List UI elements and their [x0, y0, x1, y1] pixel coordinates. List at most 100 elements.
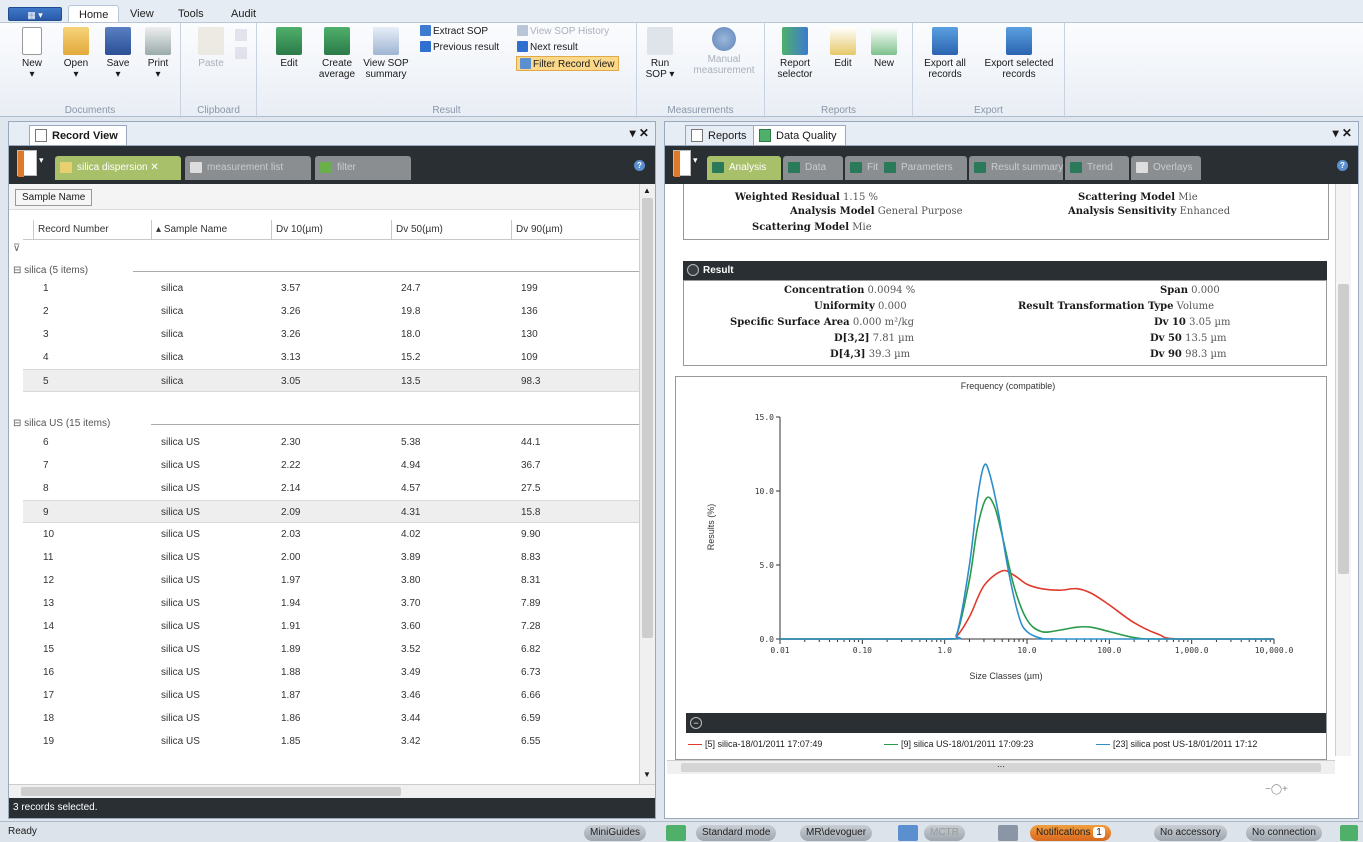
table-row[interactable]: 3 silica 3.26 18.0 130 — [23, 323, 645, 346]
mctr-indicator[interactable]: MCTR — [924, 825, 965, 841]
table-row[interactable]: 19 silica US 1.85 3.42 6.55 — [23, 730, 645, 753]
group-header-silica[interactable]: ⊟ silica (5 items) — [13, 264, 643, 278]
col-dv50[interactable]: Dv 50(µm) — [391, 220, 511, 240]
view-sop-summary-button[interactable]: View SOP summary — [362, 27, 410, 80]
table-row[interactable]: 10 silica US 2.03 4.02 9.90 — [23, 523, 645, 546]
report-icon — [691, 129, 703, 142]
filter-row-icon[interactable]: ⊽ — [13, 243, 20, 254]
zoom-slider[interactable]: −◯+ — [1265, 784, 1288, 795]
grid-vertical-scrollbar[interactable]: ▲ ▼ — [639, 184, 655, 784]
record-document-icon[interactable] — [17, 150, 37, 177]
table-row[interactable]: 4 silica 3.13 15.2 109 — [23, 346, 645, 369]
help-icon[interactable]: ? — [634, 160, 645, 171]
tab-audit[interactable]: Audit — [231, 5, 256, 23]
reports-tab[interactable]: Reports — [685, 125, 756, 145]
table-row[interactable]: 5 silica 3.05 13.5 98.3 — [23, 369, 645, 392]
tab-filter[interactable]: filter — [315, 156, 411, 180]
cell-s: silica US — [161, 644, 200, 655]
export-selected-button[interactable]: Export selected records — [977, 27, 1061, 80]
new-report-button[interactable]: New — [869, 27, 899, 69]
tab-analysis[interactable]: Analysis — [707, 156, 781, 180]
create-average-button[interactable]: Create average — [315, 27, 359, 80]
table-row[interactable]: 6 silica US 2.30 5.38 44.1 — [23, 431, 645, 454]
print-button[interactable]: Print ▾ — [140, 27, 176, 80]
next-result-button[interactable]: Next result — [517, 40, 578, 55]
extract-icon — [420, 25, 431, 36]
extract-sop-button[interactable]: Extract SOP — [420, 24, 488, 39]
tab-tools[interactable]: Tools — [178, 5, 204, 23]
tab-overlays[interactable]: Overlays — [1131, 156, 1201, 180]
application-menu-button[interactable]: ▦ ▾ — [8, 7, 62, 21]
cell-d90: 136 — [521, 306, 538, 317]
grid-hscroll-thumb[interactable] — [21, 787, 401, 796]
table-row[interactable]: 13 silica US 1.94 3.70 7.89 — [23, 592, 645, 615]
scroll-down-icon[interactable]: ▼ — [643, 770, 651, 779]
table-row[interactable]: 7 silica US 2.22 4.94 36.7 — [23, 454, 645, 477]
tab-data[interactable]: Data — [783, 156, 843, 180]
dropdown-arrow-icon[interactable]: ▾ — [693, 155, 698, 166]
cut-icon[interactable] — [235, 29, 247, 41]
col-dv10[interactable]: Dv 10(µm) — [271, 220, 391, 240]
tab-result-summary[interactable]: Result summary — [969, 156, 1063, 180]
help-icon[interactable]: ? — [1337, 160, 1348, 171]
user-indicator[interactable]: MR\devoguer — [800, 825, 873, 841]
data-quality-tab[interactable]: Data Quality — [753, 125, 846, 145]
report-scroll-thumb[interactable] — [1338, 284, 1349, 574]
group-header-silica-us[interactable]: ⊟ silica US (15 items) — [13, 417, 643, 431]
report-selector-button[interactable]: Report selector — [775, 27, 815, 80]
mode-indicator[interactable]: Standard mode — [696, 825, 777, 841]
notifications-button[interactable]: Notifications 1 — [1030, 825, 1111, 841]
new-button[interactable]: New ▾ — [14, 27, 50, 80]
legend-header-bar[interactable]: − — [686, 713, 1326, 733]
miniguides-button[interactable]: MiniGuides — [584, 825, 647, 841]
col-sample-name[interactable]: ▴ Sample Name — [151, 220, 271, 240]
table-row[interactable]: 17 silica US 1.87 3.46 6.66 — [23, 684, 645, 707]
table-row[interactable]: 15 silica US 1.89 3.52 6.82 — [23, 638, 645, 661]
scroll-up-icon[interactable]: ▲ — [643, 186, 651, 195]
tab-parameters[interactable]: Parameters — [879, 156, 967, 180]
table-row[interactable]: 1 silica 3.57 24.7 199 — [23, 277, 645, 300]
report-selector-icon — [782, 27, 808, 55]
paste-button[interactable]: Paste — [193, 27, 229, 69]
table-row[interactable]: 9 silica US 2.09 4.31 15.8 — [23, 500, 645, 523]
view-sop-history-button[interactable]: View SOP History — [517, 24, 609, 39]
tab-measurement-list[interactable]: measurement list — [185, 156, 311, 180]
group-result: Edit Create average View SOP summary Extra… — [257, 23, 637, 118]
export-all-button[interactable]: Export all records — [919, 27, 971, 80]
report-vertical-scrollbar[interactable] — [1335, 184, 1351, 756]
table-row[interactable]: 8 silica US 2.14 4.57 27.5 — [23, 477, 645, 500]
previous-result-button[interactable]: Previous result — [420, 40, 499, 55]
tab-view[interactable]: View — [130, 5, 154, 23]
tab-trend[interactable]: Trend — [1065, 156, 1129, 180]
tab-silica-dispersion[interactable]: silica dispersion ✕ — [55, 156, 181, 180]
table-row[interactable]: 2 silica 3.26 19.8 136 — [23, 300, 645, 323]
result-section-header[interactable]: Result — [683, 261, 1327, 280]
dropdown-arrow-icon[interactable]: ▾ — [39, 155, 44, 166]
manual-measurement-button[interactable]: Manual measurement — [689, 27, 759, 76]
table-row[interactable]: 14 silica US 1.91 3.60 7.28 — [23, 615, 645, 638]
table-row[interactable]: 11 silica US 2.00 3.89 8.83 — [23, 546, 645, 569]
col-dv90[interactable]: Dv 90(µm) — [511, 220, 631, 240]
group-by-sample-name-chip[interactable]: Sample Name — [15, 189, 93, 206]
grid-scroll-thumb[interactable] — [642, 198, 653, 638]
grid-horizontal-scrollbar[interactable] — [9, 784, 655, 798]
table-row[interactable]: 18 silica US 1.86 3.44 6.59 — [23, 707, 645, 730]
run-sop-button[interactable]: Run SOP ▾ — [645, 27, 675, 80]
table-row[interactable]: 16 silica US 1.88 3.49 6.73 — [23, 661, 645, 684]
report-horizontal-scrollbar[interactable]: ⋯ — [667, 760, 1335, 774]
filter-record-view-button[interactable]: Filter Record View — [516, 56, 619, 71]
edit-report-button[interactable]: Edit — [829, 27, 857, 69]
open-button[interactable]: Open ▾ — [58, 27, 94, 80]
record-view-tab[interactable]: Record View — [29, 125, 127, 145]
table-row[interactable]: 12 silica US 1.97 3.80 8.31 — [23, 569, 645, 592]
copy-icon[interactable] — [235, 47, 247, 59]
edit-result-button[interactable]: Edit — [273, 27, 305, 69]
reports-close-button[interactable]: ▾ ✕ — [1333, 126, 1352, 140]
record-view-close-button[interactable]: ▾ ✕ — [630, 126, 649, 140]
col-record-number[interactable]: Record Number — [33, 220, 151, 240]
tab-home[interactable]: Home — [68, 5, 120, 23]
report-document-icon[interactable] — [673, 150, 691, 177]
report-hscroll-thumb[interactable]: ⋯ — [681, 763, 1321, 772]
save-button[interactable]: Save ▾ — [100, 27, 136, 80]
cell-d50: 3.49 — [401, 667, 421, 678]
